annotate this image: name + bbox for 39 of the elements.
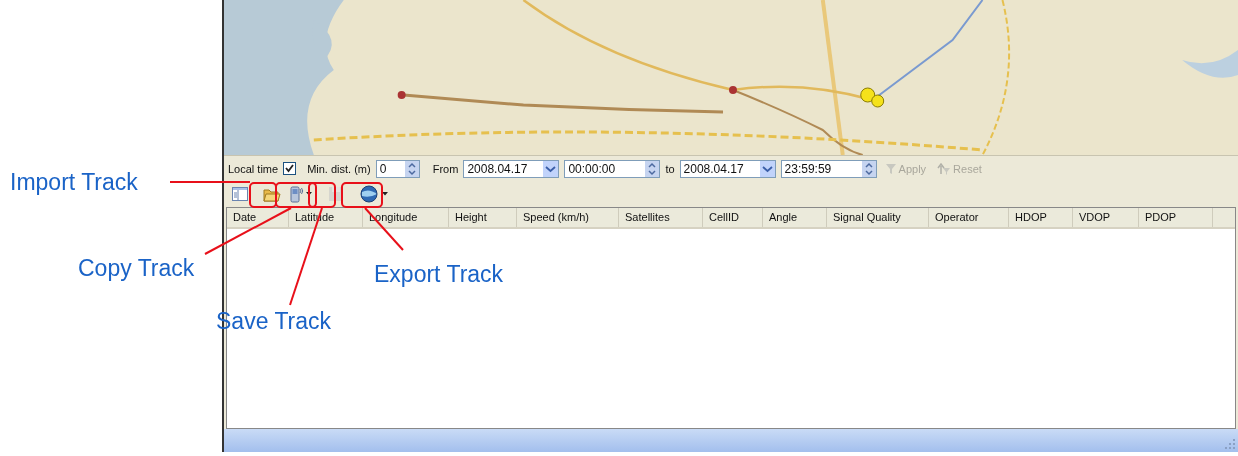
globe-icon: [360, 185, 380, 203]
to-time-field[interactable]: 23:59:59: [780, 159, 877, 178]
highlight-frame: [341, 182, 383, 208]
column-header[interactable]: Speed (km/h): [517, 208, 619, 227]
column-header[interactable]: HDOP: [1009, 208, 1073, 227]
column-header[interactable]: Signal Quality: [827, 208, 929, 227]
column-header[interactable]: VDOP: [1073, 208, 1139, 227]
min-distance-field[interactable]: 0: [375, 159, 420, 178]
globe-dropdown-button[interactable]: [358, 183, 390, 205]
panel-layout-icon: [232, 187, 248, 201]
column-header[interactable]: Date: [227, 208, 289, 227]
column-header[interactable]: Satellites: [619, 208, 703, 227]
caret-icon: [306, 192, 312, 196]
column-header[interactable]: PDOP: [1139, 208, 1213, 227]
spin-arrows-icon[interactable]: [861, 160, 876, 177]
local-time-label: Local time: [228, 162, 279, 175]
callout-label: Export Track: [374, 260, 504, 288]
callout-label: Import Track: [10, 168, 138, 196]
folder-icon: [263, 186, 281, 202]
column-header[interactable]: Height: [449, 208, 517, 227]
column-header[interactable]: Angle: [763, 208, 827, 227]
phone-dropdown-button[interactable]: [288, 183, 314, 205]
from-label: From: [432, 162, 459, 175]
caret-icon: [382, 192, 388, 196]
resize-grip-icon[interactable]: [1225, 439, 1235, 449]
spin-arrows-icon[interactable]: [404, 160, 419, 177]
to-label: to: [665, 162, 675, 175]
column-header[interactable]: Operator: [929, 208, 1009, 227]
column-header[interactable]: CellID: [703, 208, 763, 227]
from-time-field[interactable]: 00:00:00: [564, 159, 661, 178]
to-date-field[interactable]: 2008.04.17: [679, 159, 776, 178]
callout-label: Copy Track: [78, 254, 195, 282]
min-distance-label: Min. dist. (m): [307, 162, 371, 175]
funnel-arrow-icon: [937, 162, 952, 175]
funnel-icon: [884, 162, 897, 175]
phone-icon: [290, 185, 304, 203]
from-date-field[interactable]: 2008.04.17: [463, 159, 560, 178]
spin-arrows-icon[interactable]: [645, 160, 660, 177]
local-time-checkbox[interactable]: [283, 162, 297, 175]
